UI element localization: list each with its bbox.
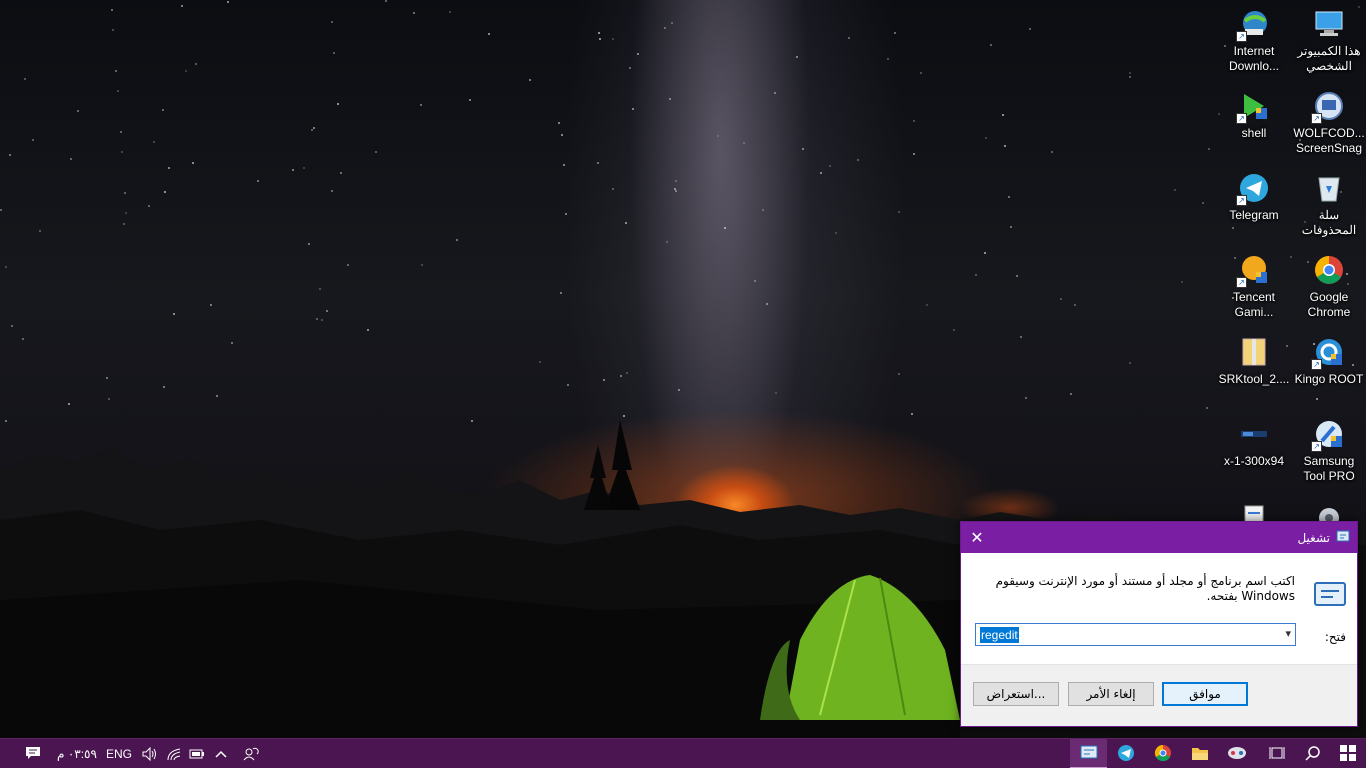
desktop-icon-google-chrome[interactable]: Google Chrome [1292, 254, 1366, 320]
clock[interactable]: ٠٣:٥٩ م [52, 739, 102, 768]
run-dialog: ✕ تشغيل اكتب اسم برنامج أو مجلد أو مستند… [960, 521, 1358, 727]
telegram-icon: ↗ [1236, 172, 1270, 206]
kingo-root-icon: ↗ [1311, 336, 1345, 370]
desktop-icon-label: Internet Downlo... [1228, 44, 1280, 73]
ok-button[interactable]: موافق [1162, 682, 1248, 706]
desktop-icon-samsung-tool-pro[interactable]: ↗ Samsung Tool PRO [1292, 418, 1366, 484]
desktop-icon-this-pc[interactable]: هذا الكمبيوتر الشخصي [1292, 8, 1366, 74]
volume-icon[interactable] [138, 739, 160, 768]
desktop-icon-label: سلة المحذوفات [1301, 208, 1357, 237]
desktop-icon-label: SRKtool_2.... [1218, 372, 1290, 386]
computer-icon [1313, 8, 1345, 40]
taskbar: ٠٣:٥٩ م ENG [0, 738, 1366, 768]
desktop-icon-label: WOLFCOD... ScreenSnag [1293, 126, 1365, 155]
desktop-icon-label: x-1-300x94 [1223, 454, 1285, 468]
folder-zip-icon [1238, 336, 1270, 368]
shell-icon: ↗ [1236, 90, 1270, 124]
task-view-icon [1269, 746, 1285, 763]
shortcut-arrow-icon: ↗ [1236, 31, 1247, 42]
run-small-icon [1336, 530, 1350, 545]
taskbar-app-gaming[interactable] [1218, 739, 1255, 768]
notification-icon [25, 746, 41, 763]
recycle-bin-icon [1313, 172, 1345, 204]
desktop-icon-screensnag[interactable]: ↗ WOLFCOD... ScreenSnag [1292, 90, 1366, 156]
windows-logo-icon [1340, 744, 1356, 764]
run-dialog-body: اكتب اسم برنامج أو مجلد أو مستند أو مورد… [961, 553, 1357, 666]
chevron-up-icon[interactable] [210, 739, 232, 768]
shortcut-arrow-icon: ↗ [1236, 195, 1247, 206]
desktop-icon-image-file[interactable]: x-1-300x94 [1217, 418, 1291, 469]
run-dialog-footer: موافق إلغاء الأمر استعراض... [961, 664, 1357, 726]
chrome-icon [1154, 744, 1172, 765]
shortcut-arrow-icon: ↗ [1236, 113, 1247, 124]
taskbar-app-run[interactable] [1070, 739, 1107, 768]
telegram-icon [1117, 744, 1135, 765]
run-icon [1080, 745, 1098, 762]
desktop-icon-tencent-gaming[interactable]: ↗ Tencent Gami... [1217, 254, 1291, 320]
desktop-icon-kingo-root[interactable]: ↗ Kingo ROOT [1292, 336, 1366, 387]
desktop-icon-recycle-bin[interactable]: سلة المحذوفات [1292, 172, 1366, 238]
desktop-icon-internet-download-manager[interactable]: ↗ Internet Downlo... [1217, 8, 1291, 74]
desktop-icon-label: هذا الكمبيوتر الشخصي [1297, 44, 1361, 73]
open-input[interactable]: regedit [980, 626, 1019, 643]
taskbar-app-file-explorer[interactable] [1181, 739, 1218, 768]
idm-icon: ↗ [1236, 8, 1270, 42]
browse-button[interactable]: استعراض... [973, 682, 1059, 706]
shortcut-arrow-icon: ↗ [1311, 359, 1322, 370]
run-large-icon [1313, 579, 1347, 609]
task-view-button[interactable] [1262, 739, 1292, 768]
people-icon[interactable] [238, 739, 264, 768]
search-button[interactable] [1298, 739, 1328, 768]
samsung-tool-icon: ↗ [1311, 418, 1345, 452]
close-button[interactable]: ✕ [961, 522, 993, 553]
battery-icon[interactable] [186, 739, 208, 768]
image-thumbnail-icon [1238, 418, 1270, 450]
shortcut-arrow-icon: ↗ [1311, 113, 1322, 124]
screensnag-icon: ↗ [1311, 90, 1345, 124]
open-combobox[interactable]: regedit ▾ [975, 623, 1296, 646]
desktop-icon-label: shell [1241, 126, 1267, 140]
start-button[interactable] [1332, 739, 1364, 768]
desktop-icon-srktool[interactable]: SRKtool_2.... [1217, 336, 1291, 387]
chrome-icon [1313, 254, 1345, 286]
run-description: اكتب اسم برنامج أو مجلد أو مستند أو مورد… [995, 574, 1295, 603]
gamepad-icon [1227, 746, 1247, 763]
taskbar-app-telegram[interactable] [1107, 739, 1144, 768]
shortcut-arrow-icon: ↗ [1311, 441, 1322, 452]
search-icon [1305, 745, 1321, 764]
tencent-gaming-icon: ↗ [1236, 254, 1270, 288]
desktop-icon-shell[interactable]: ↗ shell [1217, 90, 1291, 141]
desktop-icon-label: Google Chrome [1307, 290, 1351, 319]
network-icon[interactable] [162, 739, 186, 768]
desktop-icon-label: Telegram [1229, 208, 1279, 222]
desktop-icon-label: Kingo ROOT [1294, 372, 1364, 386]
run-dialog-titlebar[interactable]: ✕ تشغيل [961, 522, 1357, 553]
taskbar-app-chrome[interactable] [1144, 739, 1181, 768]
desktop-icon-label: Tencent Gami... [1232, 290, 1276, 319]
folder-icon [1191, 745, 1209, 764]
action-center-button[interactable] [18, 739, 48, 768]
cancel-button[interactable]: إلغاء الأمر [1068, 682, 1154, 706]
chevron-down-icon[interactable]: ▾ [1285, 627, 1291, 640]
close-icon: ✕ [970, 528, 984, 547]
desktop-icon-telegram[interactable]: ↗ Telegram [1217, 172, 1291, 223]
language-indicator[interactable]: ENG [104, 739, 134, 768]
dialog-title: تشغيل [1297, 530, 1330, 545]
desktop-icon-label: Samsung Tool PRO [1303, 454, 1355, 483]
open-label: فتح: [1324, 630, 1346, 644]
shortcut-arrow-icon: ↗ [1236, 277, 1247, 288]
